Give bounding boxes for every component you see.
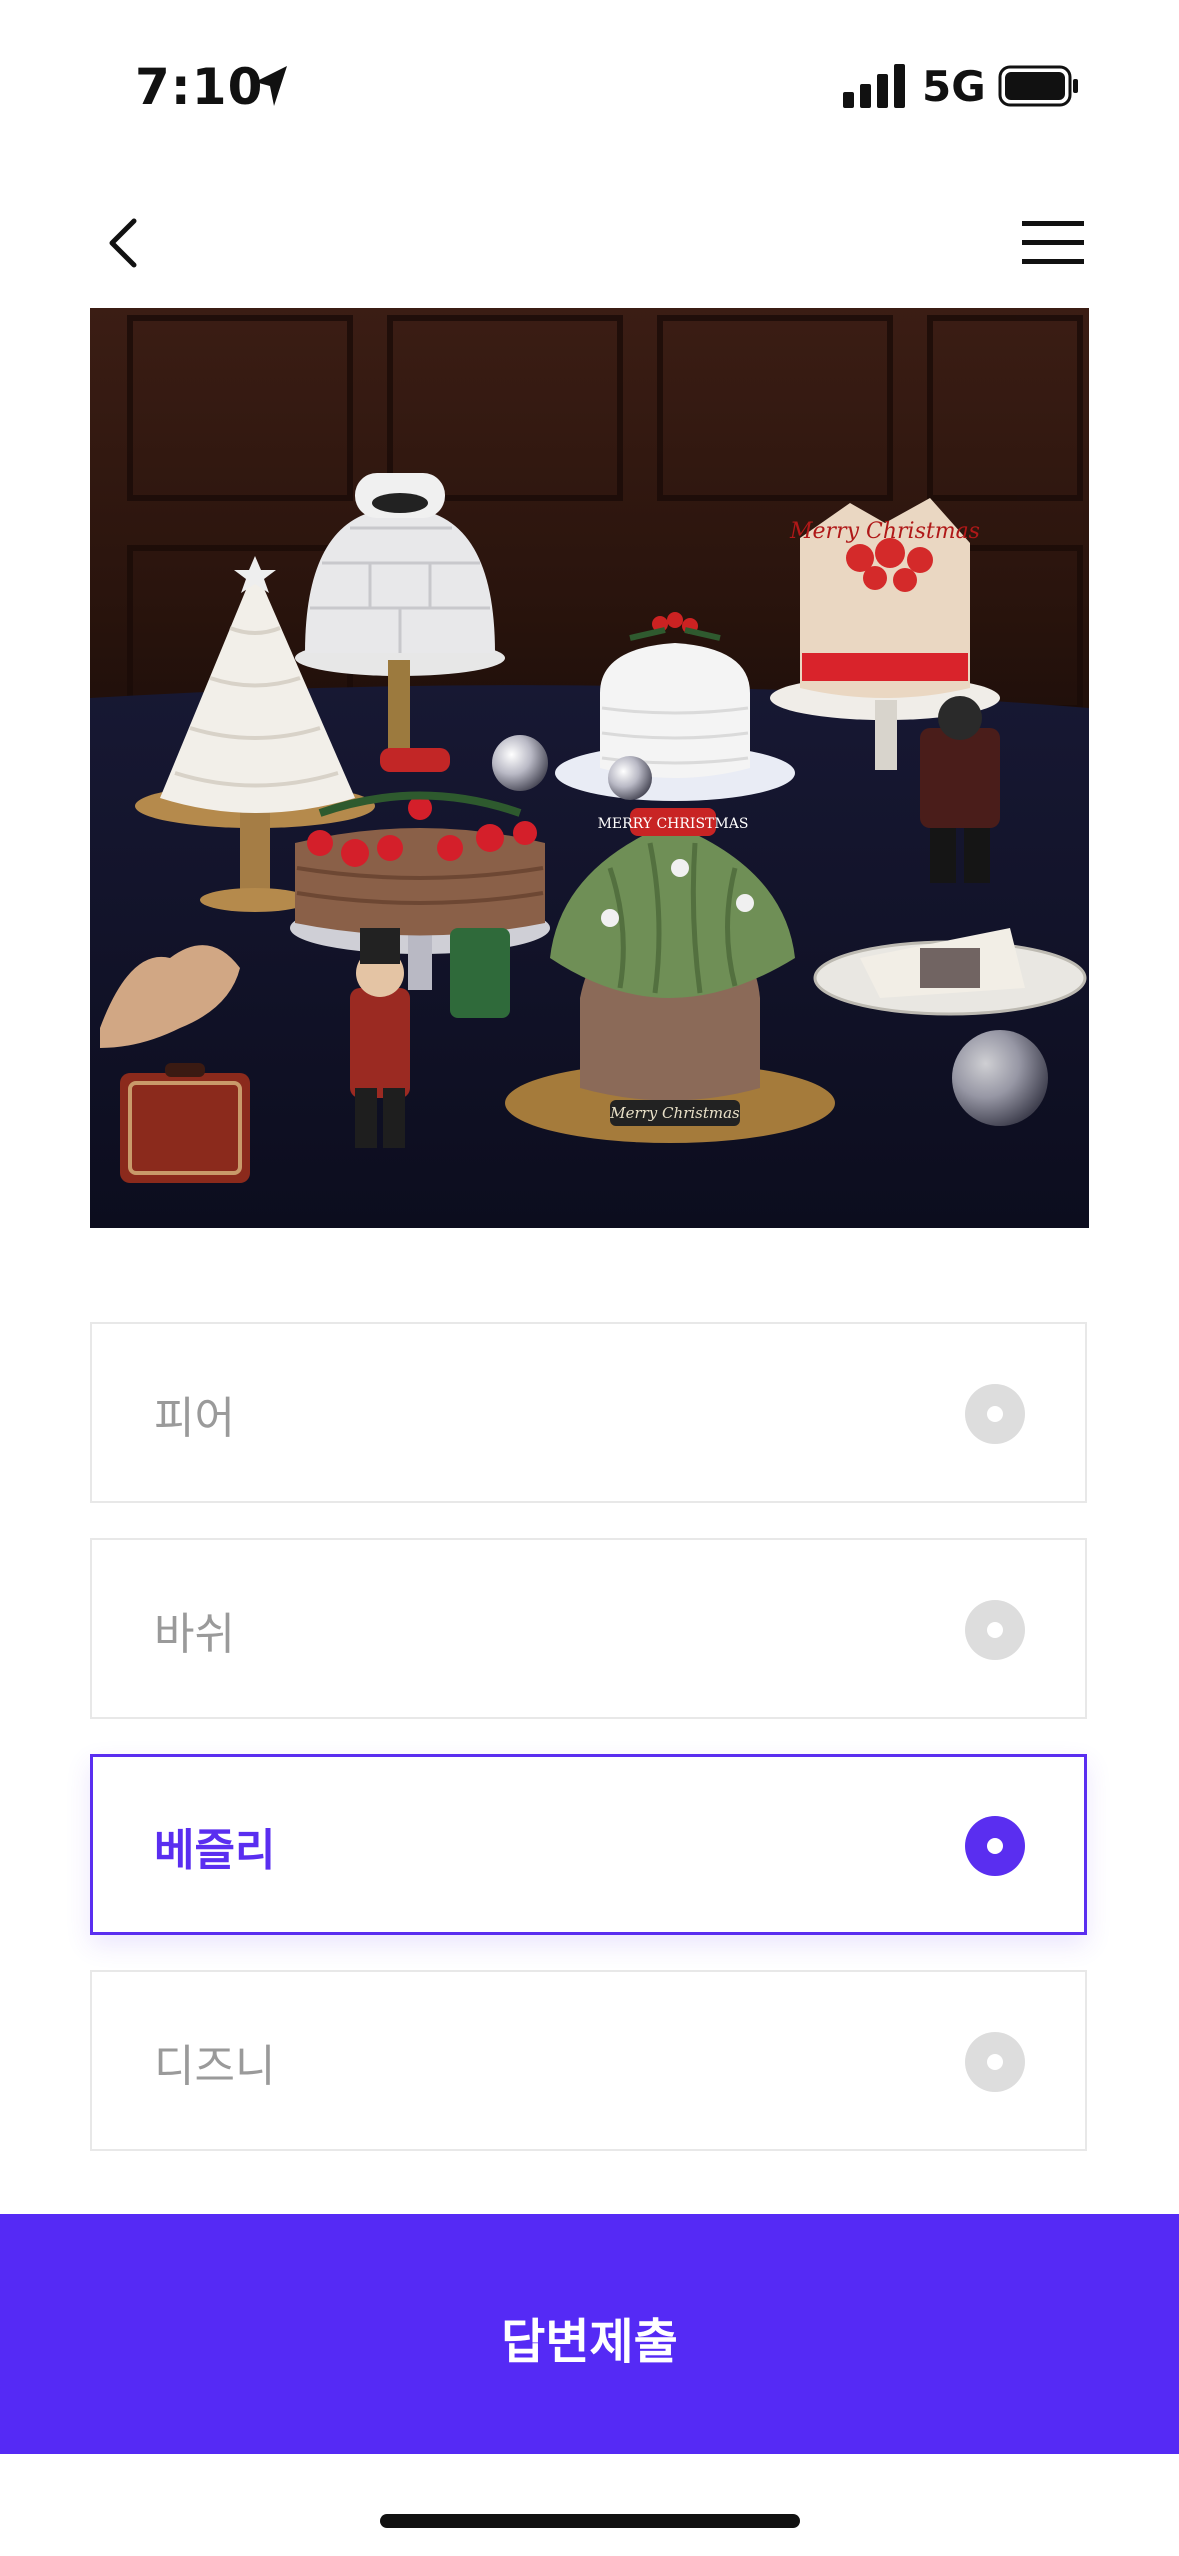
- option-label: 바쉬: [154, 1609, 235, 1660]
- location-arrow-icon: [255, 66, 287, 106]
- submit-button-label: 답변제출: [501, 2316, 678, 2369]
- christmas-cakes-photo: Merry Christmas MERRY CHRISTMAS Merry Ch…: [90, 308, 1089, 1228]
- tree-topper-text: MERRY CHRISTMAS: [598, 816, 749, 832]
- radio-button-icon[interactable]: [965, 2032, 1025, 2092]
- chevron-left-icon[interactable]: [104, 215, 144, 271]
- network-type: 5G: [922, 62, 986, 111]
- cake-illustration: Merry Christmas MERRY CHRISTMAS Merry Ch…: [90, 308, 1089, 1228]
- cellular-signal-icon: [843, 64, 905, 108]
- hamburger-menu-icon[interactable]: [1022, 218, 1084, 268]
- radio-button-icon[interactable]: [965, 1384, 1025, 1444]
- answer-option-1[interactable]: 피어: [90, 1322, 1087, 1503]
- answer-option-3[interactable]: 베즐리: [90, 1754, 1087, 1935]
- nav-bar: [0, 180, 1179, 300]
- tree-plaque-text: Merry Christmas: [609, 1104, 740, 1122]
- radio-button-icon[interactable]: [965, 1600, 1025, 1660]
- radio-button-selected-icon[interactable]: [965, 1816, 1025, 1876]
- cake-topper-text: Merry Christmas: [789, 519, 980, 544]
- option-label: 베즐리: [154, 1825, 276, 1876]
- answer-option-2[interactable]: 바쉬: [90, 1538, 1087, 1719]
- submit-answer-button[interactable]: 답변제출: [0, 2214, 1179, 2454]
- status-time: 7:10: [135, 58, 264, 116]
- status-bar: 7:10 5G: [0, 0, 1179, 150]
- answer-option-4[interactable]: 디즈니: [90, 1970, 1087, 2151]
- battery-full-icon: [998, 65, 1078, 107]
- option-label: 피어: [154, 1393, 235, 1444]
- option-label: 디즈니: [154, 2041, 276, 2092]
- home-indicator: [380, 2514, 800, 2528]
